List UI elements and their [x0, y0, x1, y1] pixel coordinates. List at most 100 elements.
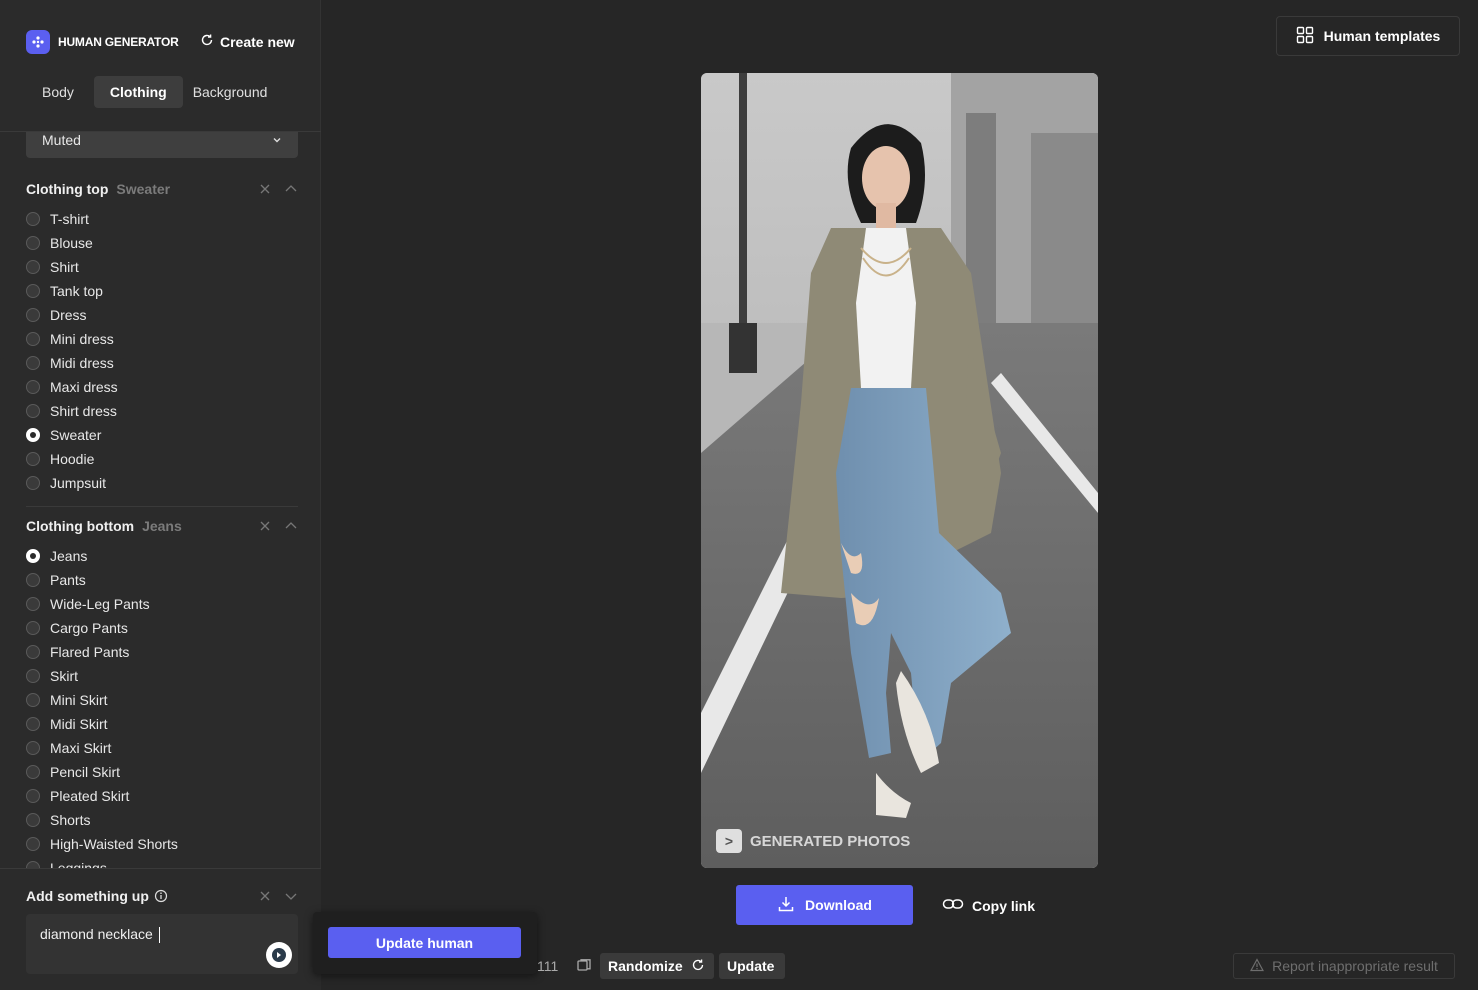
- radio-button[interactable]: [26, 356, 40, 370]
- radio-option-shorts[interactable]: Shorts: [26, 808, 298, 832]
- close-icon[interactable]: [258, 182, 272, 196]
- radio-label: Tank top: [50, 283, 103, 299]
- radio-option-skirt[interactable]: Skirt: [26, 664, 298, 688]
- radio-option-dress[interactable]: Dress: [26, 303, 298, 327]
- tab-bar: Body Clothing Background: [26, 76, 273, 108]
- radio-label: Dress: [50, 307, 87, 323]
- sidebar-header: HUMAN GENERATOR Create new Body Clothing…: [0, 0, 321, 132]
- radio-option-jumpsuit[interactable]: Jumpsuit: [26, 471, 298, 495]
- seed-value: 111: [537, 958, 559, 974]
- chevron-up-icon[interactable]: [284, 182, 298, 196]
- radio-label: Hoodie: [50, 451, 95, 467]
- close-icon[interactable]: [258, 889, 272, 903]
- radio-option-shirt-dress[interactable]: Shirt dress: [26, 399, 298, 423]
- radio-button[interactable]: [26, 452, 40, 466]
- radio-label: Flared Pants: [50, 644, 130, 660]
- radio-button[interactable]: [26, 645, 40, 659]
- clothing-top-title: Clothing top: [26, 181, 109, 197]
- report-button[interactable]: Report inappropriate result: [1233, 953, 1455, 979]
- clothing-top-selected: Sweater: [116, 181, 171, 197]
- radio-option-jeans[interactable]: Jeans: [26, 544, 298, 568]
- update-human-button[interactable]: Update human: [328, 927, 521, 958]
- radio-label: Pants: [50, 572, 86, 588]
- radio-button[interactable]: [26, 597, 40, 611]
- randomize-button[interactable]: Randomize: [600, 953, 714, 979]
- radio-button[interactable]: [26, 741, 40, 755]
- close-icon[interactable]: [258, 519, 272, 533]
- radio-option-midi-skirt[interactable]: Midi Skirt: [26, 712, 298, 736]
- radio-option-maxi-dress[interactable]: Maxi dress: [26, 375, 298, 399]
- radio-button[interactable]: [26, 717, 40, 731]
- update-button[interactable]: Update: [719, 953, 785, 979]
- radio-label: Shorts: [50, 812, 91, 828]
- radio-option-pencil-skirt[interactable]: Pencil Skirt: [26, 760, 298, 784]
- radio-option-shirt[interactable]: Shirt: [26, 255, 298, 279]
- update-popover: Update human: [313, 912, 537, 974]
- radio-option-cargo-pants[interactable]: Cargo Pants: [26, 616, 298, 640]
- watermark: > GENERATED PHOTOS: [716, 829, 910, 853]
- radio-button[interactable]: [26, 260, 40, 274]
- radio-button[interactable]: [26, 693, 40, 707]
- radio-label: High-Waisted Shorts: [50, 836, 178, 852]
- report-label: Report inappropriate result: [1272, 958, 1438, 974]
- radio-button[interactable]: [26, 621, 40, 635]
- add-something-value: diamond necklace: [40, 926, 153, 942]
- tab-background[interactable]: Background: [187, 76, 274, 108]
- radio-option-tank-top[interactable]: Tank top: [26, 279, 298, 303]
- radio-label: Sweater: [50, 427, 102, 443]
- radio-button[interactable]: [26, 789, 40, 803]
- clothing-top-options: T-shirt Blouse Shirt Tank top Dress Mini dres…: [26, 207, 298, 495]
- radio-button[interactable]: [26, 476, 40, 490]
- tab-body[interactable]: Body: [26, 76, 90, 108]
- radio-button[interactable]: [26, 669, 40, 683]
- radio-label: Wide-Leg Pants: [50, 596, 150, 612]
- clothing-bottom-title: Clothing bottom: [26, 518, 135, 534]
- radio-option-high-waisted-shorts[interactable]: High-Waisted Shorts: [26, 832, 298, 856]
- radio-button[interactable]: [26, 212, 40, 226]
- radio-label: Mini Skirt: [50, 692, 108, 708]
- radio-button[interactable]: [26, 813, 40, 827]
- chevron-down-icon[interactable]: [284, 889, 298, 903]
- radio-button[interactable]: [26, 308, 40, 322]
- tab-clothing[interactable]: Clothing: [93, 76, 183, 108]
- radio-option-midi-dress[interactable]: Midi dress: [26, 351, 298, 375]
- human-templates-button[interactable]: Human templates: [1276, 16, 1460, 56]
- add-something-title: Add something up: [26, 888, 149, 904]
- radio-option-t-shirt[interactable]: T-shirt: [26, 207, 298, 231]
- radio-option-pants[interactable]: Pants: [26, 568, 298, 592]
- radio-button[interactable]: [26, 236, 40, 250]
- options-scroll-area[interactable]: Muted Clothing top Sweater T-shirt Blouse…: [0, 132, 321, 868]
- style-dropdown[interactable]: Muted: [26, 132, 298, 158]
- radio-button[interactable]: [26, 837, 40, 851]
- info-icon[interactable]: [154, 889, 168, 903]
- download-button[interactable]: Download: [736, 885, 913, 925]
- radio-button[interactable]: [26, 284, 40, 298]
- create-new-label: Create new: [220, 33, 295, 50]
- radio-button[interactable]: [26, 380, 40, 394]
- radio-option-leggings[interactable]: Leggings: [26, 856, 298, 868]
- radio-button[interactable]: [26, 861, 40, 868]
- copy-link-button[interactable]: Copy link: [942, 893, 1035, 918]
- radio-label: Maxi Skirt: [50, 740, 112, 756]
- radio-button[interactable]: [26, 428, 40, 442]
- enhance-icon[interactable]: [266, 942, 292, 968]
- radio-button[interactable]: [26, 573, 40, 587]
- chevron-up-icon[interactable]: [284, 519, 298, 533]
- create-new-button[interactable]: Create new: [200, 33, 295, 50]
- radio-button[interactable]: [26, 332, 40, 346]
- radio-button[interactable]: [26, 404, 40, 418]
- radio-option-mini-dress[interactable]: Mini dress: [26, 327, 298, 351]
- add-something-input[interactable]: diamond necklace: [26, 914, 298, 974]
- radio-option-hoodie[interactable]: Hoodie: [26, 447, 298, 471]
- radio-option-wide-leg-pants[interactable]: Wide-Leg Pants: [26, 592, 298, 616]
- copy-icon[interactable]: [576, 958, 592, 974]
- radio-option-sweater[interactable]: Sweater: [26, 423, 298, 447]
- radio-option-maxi-skirt[interactable]: Maxi Skirt: [26, 736, 298, 760]
- radio-button[interactable]: [26, 549, 40, 563]
- radio-option-pleated-skirt[interactable]: Pleated Skirt: [26, 784, 298, 808]
- radio-button[interactable]: [26, 765, 40, 779]
- radio-option-flared-pants[interactable]: Flared Pants: [26, 640, 298, 664]
- clothing-bottom-header: Clothing bottom Jeans: [26, 516, 298, 536]
- radio-option-blouse[interactable]: Blouse: [26, 231, 298, 255]
- radio-option-mini-skirt[interactable]: Mini Skirt: [26, 688, 298, 712]
